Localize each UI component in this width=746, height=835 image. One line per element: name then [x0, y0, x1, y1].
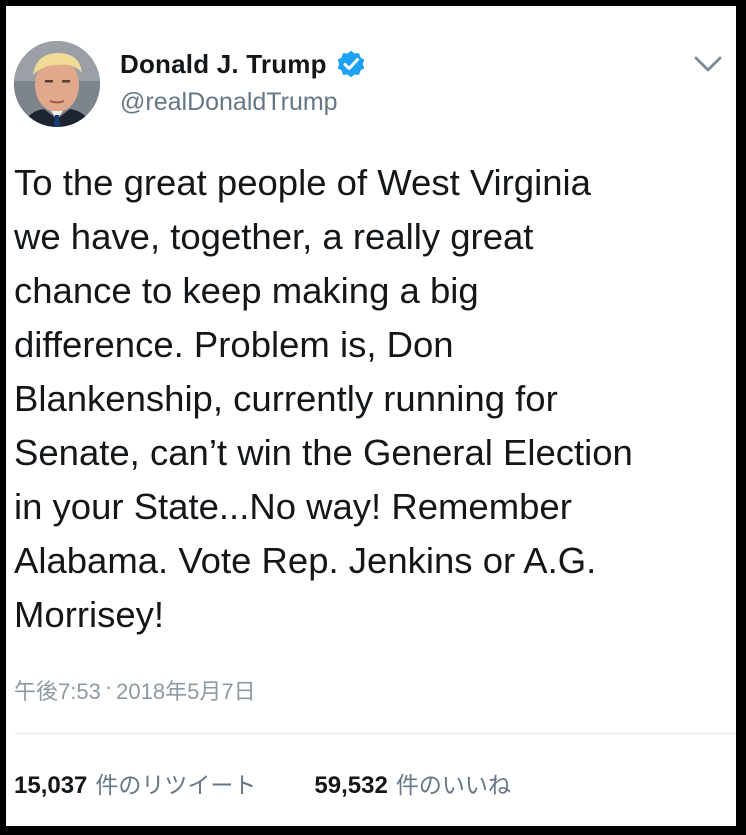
author-handle[interactable]: @realDonaldTrump [120, 88, 338, 117]
tweet-stats: 15,037 件のリツイート 59,532 件のいいね [14, 766, 511, 800]
likes-stat[interactable]: 59,532 件のいいね [314, 766, 510, 800]
retweets-stat[interactable]: 15,037 件のリツイート [14, 766, 256, 800]
tweet-time: 午後7:53 [14, 679, 101, 704]
tweet-text: To the great people of West Virginia we … [14, 162, 633, 635]
avatar[interactable] [14, 41, 100, 127]
tweet-card: Donald J. Trump @realDonaldTrump To the … [6, 6, 736, 826]
retweets-count: 15,037 [14, 772, 88, 799]
chevron-down-icon[interactable] [692, 52, 724, 76]
likes-count: 59,532 [314, 772, 388, 799]
author-name[interactable]: Donald J. Trump [120, 49, 327, 80]
timestamp-separator: · [104, 674, 113, 699]
retweets-label: 件のリツイート [95, 772, 257, 798]
tweet-timestamp[interactable]: 午後7:53 · 2018年5月7日 [14, 674, 256, 706]
likes-label: 件のいいね [395, 772, 511, 798]
profile-photo-icon [14, 41, 100, 127]
verified-badge-icon [335, 48, 367, 80]
divider [14, 733, 736, 734]
tweet-date: 2018年5月7日 [116, 679, 256, 704]
author-name-row: Donald J. Trump [120, 48, 367, 80]
